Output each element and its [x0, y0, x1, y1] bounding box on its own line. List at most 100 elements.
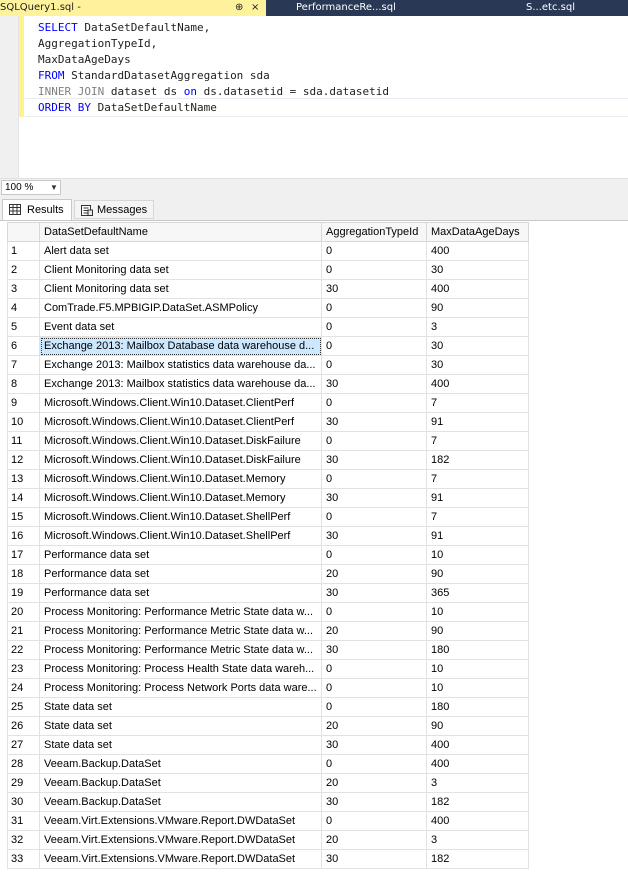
table-row[interactable]: 21 Process Monitoring: Performance Metric… [7, 621, 529, 641]
row-number[interactable]: 26 [7, 716, 40, 736]
tab-third-query[interactable]: S...etc.sql [512, 0, 628, 16]
table-row[interactable]: 2 Client Monitoring data set 0 30 [7, 260, 529, 280]
row-number[interactable]: 20 [7, 602, 40, 622]
cell-aggregationtypeid[interactable]: 0 [321, 336, 427, 356]
row-number[interactable]: 24 [7, 678, 40, 698]
cell-datasetdefaultname[interactable]: ComTrade.F5.MPBIGIP.DataSet.ASMPolicy [39, 298, 322, 318]
cell-maxdataagedays[interactable]: 182 [426, 849, 529, 869]
cell-maxdataagedays[interactable]: 365 [426, 583, 529, 603]
row-number[interactable]: 8 [7, 374, 40, 394]
row-number[interactable]: 17 [7, 545, 40, 565]
cell-aggregationtypeid[interactable]: 0 [321, 678, 427, 698]
table-row[interactable]: 13 Microsoft.Windows.Client.Win10.Dataset… [7, 469, 529, 489]
cell-datasetdefaultname[interactable]: Exchange 2013: Mailbox Database data war… [39, 336, 322, 356]
cell-aggregationtypeid[interactable]: 0 [321, 469, 427, 489]
cell-maxdataagedays[interactable]: 7 [426, 507, 529, 527]
row-number[interactable]: 3 [7, 279, 40, 299]
cell-maxdataagedays[interactable]: 400 [426, 374, 529, 394]
chevron-down-icon[interactable]: ▼ [50, 181, 58, 194]
cell-datasetdefaultname[interactable]: Exchange 2013: Mailbox statistics data w… [39, 355, 322, 375]
cell-aggregationtypeid[interactable]: 30 [321, 450, 427, 470]
table-row[interactable]: 22 Process Monitoring: Performance Metric… [7, 640, 529, 660]
cell-aggregationtypeid[interactable]: 0 [321, 241, 427, 261]
cell-aggregationtypeid[interactable]: 0 [321, 659, 427, 679]
row-number[interactable]: 5 [7, 317, 40, 337]
cell-aggregationtypeid[interactable]: 0 [321, 298, 427, 318]
cell-maxdataagedays[interactable]: 10 [426, 602, 529, 622]
cell-datasetdefaultname[interactable]: Performance data set [39, 583, 322, 603]
cell-datasetdefaultname[interactable]: Performance data set [39, 545, 322, 565]
row-number[interactable]: 10 [7, 412, 40, 432]
table-row[interactable]: 11 Microsoft.Windows.Client.Win10.Dataset… [7, 431, 529, 451]
cell-maxdataagedays[interactable]: 90 [426, 564, 529, 584]
cell-aggregationtypeid[interactable]: 30 [321, 412, 427, 432]
cell-maxdataagedays[interactable]: 182 [426, 450, 529, 470]
row-number[interactable]: 27 [7, 735, 40, 755]
cell-aggregationtypeid[interactable]: 20 [321, 564, 427, 584]
cell-datasetdefaultname[interactable]: Microsoft.Windows.Client.Win10.Dataset.D… [39, 450, 322, 470]
cell-aggregationtypeid[interactable]: 0 [321, 431, 427, 451]
cell-aggregationtypeid[interactable]: 30 [321, 583, 427, 603]
cell-aggregationtypeid[interactable]: 30 [321, 735, 427, 755]
table-row[interactable]: 29 Veeam.Backup.DataSet 20 3 [7, 773, 529, 793]
cell-aggregationtypeid[interactable]: 30 [321, 279, 427, 299]
table-row[interactable]: 3 Client Monitoring data set 30 400 [7, 279, 529, 299]
row-number[interactable]: 11 [7, 431, 40, 451]
column-header-aggregationtypeid[interactable]: AggregationTypeId [321, 222, 427, 242]
cell-datasetdefaultname[interactable]: Microsoft.Windows.Client.Win10.Dataset.C… [39, 393, 322, 413]
cell-datasetdefaultname[interactable]: State data set [39, 716, 322, 736]
results-grid[interactable]: DataSetDefaultName AggregationTypeId Max… [7, 222, 529, 869]
cell-datasetdefaultname[interactable]: Event data set [39, 317, 322, 337]
table-row[interactable]: 18 Performance data set 20 90 [7, 564, 529, 584]
cell-aggregationtypeid[interactable]: 0 [321, 507, 427, 527]
cell-datasetdefaultname[interactable]: Veeam.Backup.DataSet [39, 754, 322, 774]
cell-maxdataagedays[interactable]: 180 [426, 640, 529, 660]
table-row[interactable]: 1 Alert data set 0 400 [7, 241, 529, 261]
row-number[interactable]: 32 [7, 830, 40, 850]
table-row[interactable]: 4 ComTrade.F5.MPBIGIP.DataSet.ASMPolicy 0 9… [7, 298, 529, 318]
cell-aggregationtypeid[interactable]: 20 [321, 773, 427, 793]
table-row[interactable]: 31 Veeam.Virt.Extensions.VMware.Report.DW… [7, 811, 529, 831]
table-row[interactable]: 15 Microsoft.Windows.Client.Win10.Dataset… [7, 507, 529, 527]
table-row[interactable]: 8 Exchange 2013: Mailbox statistics data … [7, 374, 529, 394]
cell-maxdataagedays[interactable]: 90 [426, 621, 529, 641]
cell-datasetdefaultname[interactable]: State data set [39, 697, 322, 717]
row-number[interactable]: 16 [7, 526, 40, 546]
row-number[interactable]: 6 [7, 336, 40, 356]
cell-maxdataagedays[interactable]: 90 [426, 298, 529, 318]
cell-datasetdefaultname[interactable]: Veeam.Virt.Extensions.VMware.Report.DWDa… [39, 830, 322, 850]
row-number[interactable]: 15 [7, 507, 40, 527]
cell-aggregationtypeid[interactable]: 20 [321, 716, 427, 736]
row-number[interactable]: 21 [7, 621, 40, 641]
row-number[interactable]: 13 [7, 469, 40, 489]
cell-maxdataagedays[interactable]: 400 [426, 754, 529, 774]
cell-datasetdefaultname[interactable]: Microsoft.Windows.Client.Win10.Dataset.S… [39, 526, 322, 546]
cell-aggregationtypeid[interactable]: 0 [321, 754, 427, 774]
cell-aggregationtypeid[interactable]: 20 [321, 621, 427, 641]
cell-datasetdefaultname[interactable]: Client Monitoring data set [39, 260, 322, 280]
cell-datasetdefaultname[interactable]: Microsoft.Windows.Client.Win10.Dataset.C… [39, 412, 322, 432]
cell-aggregationtypeid[interactable]: 30 [321, 488, 427, 508]
row-number[interactable]: 14 [7, 488, 40, 508]
cell-maxdataagedays[interactable]: 3 [426, 317, 529, 337]
cell-datasetdefaultname[interactable]: Microsoft.Windows.Client.Win10.Dataset.M… [39, 469, 322, 489]
cell-datasetdefaultname[interactable]: State data set [39, 735, 322, 755]
cell-aggregationtypeid[interactable]: 0 [321, 602, 427, 622]
cell-maxdataagedays[interactable]: 30 [426, 260, 529, 280]
cell-datasetdefaultname[interactable]: Microsoft.Windows.Client.Win10.Dataset.S… [39, 507, 322, 527]
table-row[interactable]: 17 Performance data set 0 10 [7, 545, 529, 565]
cell-aggregationtypeid[interactable]: 0 [321, 393, 427, 413]
zoom-select[interactable]: 100 % ▼ [1, 180, 61, 195]
row-number[interactable]: 2 [7, 260, 40, 280]
cell-maxdataagedays[interactable]: 400 [426, 811, 529, 831]
tab-results[interactable]: Results [2, 199, 72, 220]
row-number[interactable]: 25 [7, 697, 40, 717]
cell-maxdataagedays[interactable]: 182 [426, 792, 529, 812]
cell-aggregationtypeid[interactable]: 0 [321, 317, 427, 337]
cell-maxdataagedays[interactable]: 30 [426, 355, 529, 375]
cell-maxdataagedays[interactable]: 400 [426, 735, 529, 755]
cell-datasetdefaultname[interactable]: Microsoft.Windows.Client.Win10.Dataset.M… [39, 488, 322, 508]
cell-datasetdefaultname[interactable]: Microsoft.Windows.Client.Win10.Dataset.D… [39, 431, 322, 451]
cell-datasetdefaultname[interactable]: Process Monitoring: Process Network Port… [39, 678, 322, 698]
table-row[interactable]: 27 State data set 30 400 [7, 735, 529, 755]
